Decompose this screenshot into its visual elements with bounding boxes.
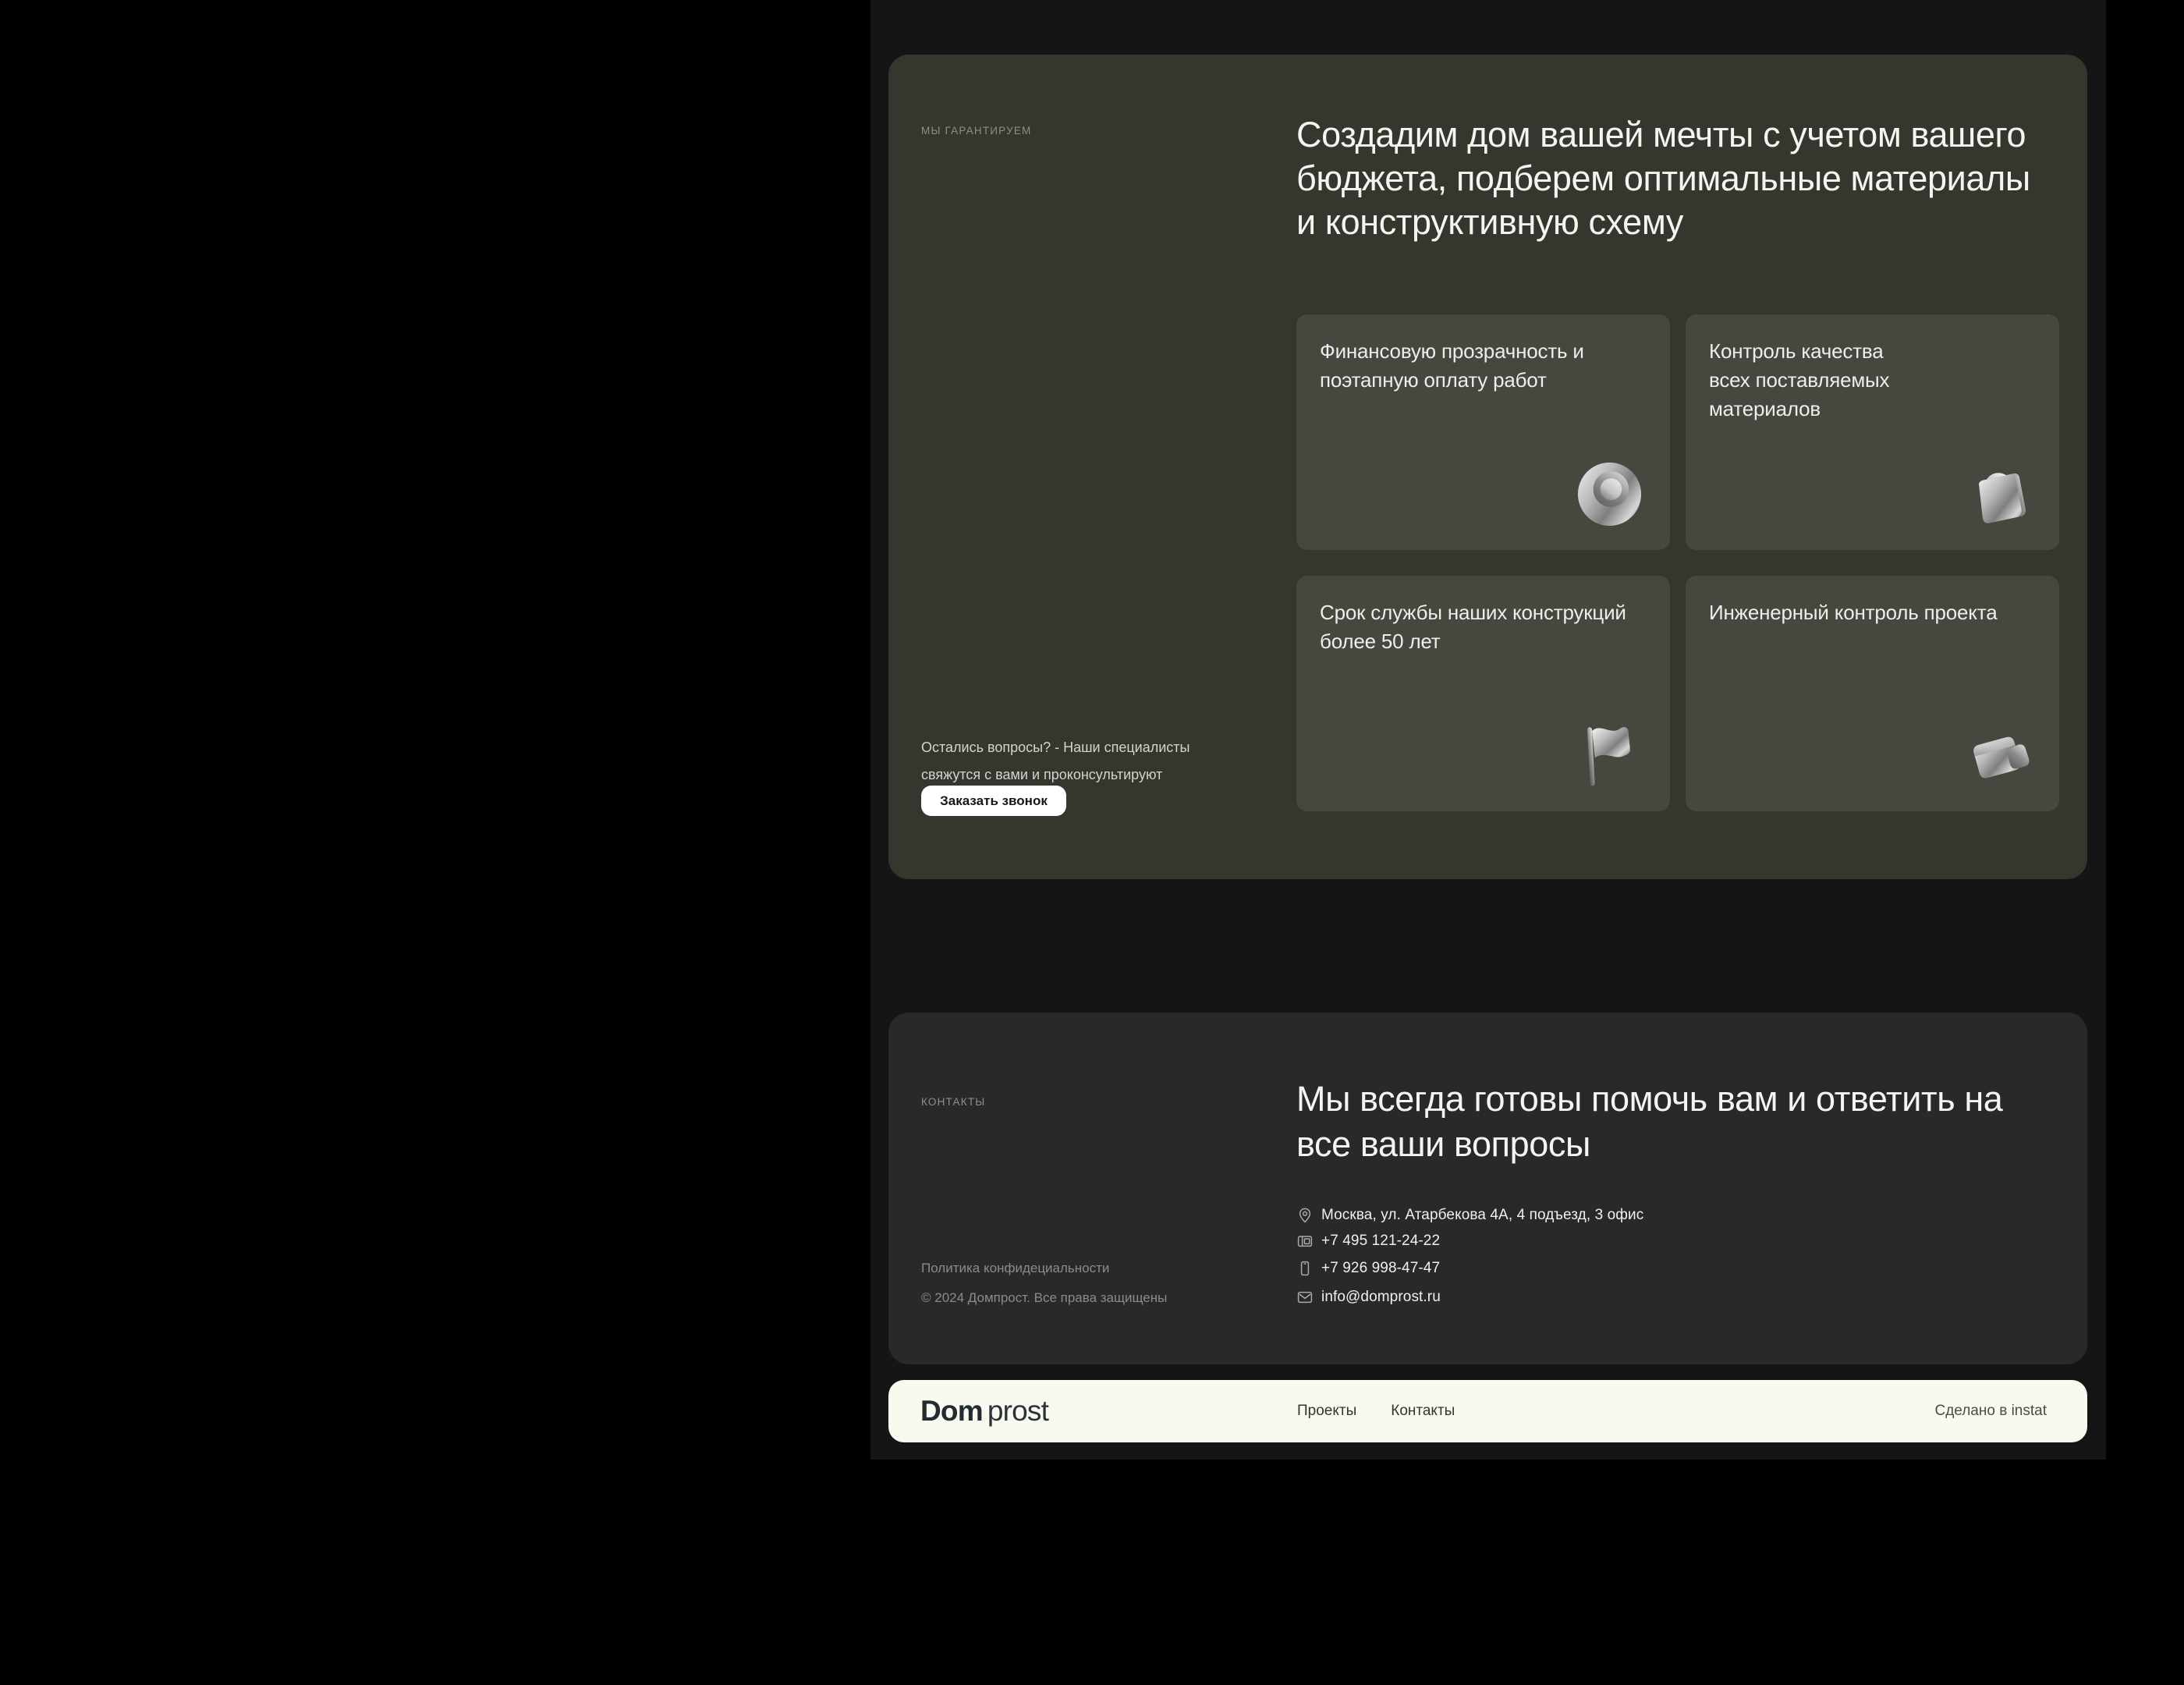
guarantee-card-lifespan: Срок службы наших конструкций более 50 л… (1296, 576, 1670, 811)
contact-phone-landline[interactable]: +7 495 121-24-22 (1321, 1233, 1440, 1250)
envelope-icon (1296, 1289, 1314, 1306)
contact-row-address: Москва, ул. Атарбекова 4А, 4 подъезд, 3 … (1296, 1206, 1643, 1225)
contacts-heading: Мы всегда готовы помочь вам и ответить н… (1296, 1079, 2003, 1164)
site-viewport: МЫ ГАРАНТИРУЕМ Создадим дом вашей мечты … (870, 0, 2106, 1460)
footer-bar: Dom prost Проекты Контакты Сделано в inst… (888, 1380, 2087, 1442)
guarantee-card-quality: Контроль качества всех поставляемых мате… (1686, 314, 2059, 550)
guarantee-heading: Создадим дом вашей мечты с учетом вашего… (1296, 115, 2030, 242)
contact-phone-mobile[interactable]: +7 926 998-47-47 (1321, 1260, 1440, 1277)
order-call-button-label: Заказать звонок (940, 793, 1048, 808)
location-pin-icon (1296, 1207, 1314, 1224)
contacts-section: КОНТАКТЫ Мы всегда готовы помочь вам и о… (888, 1013, 2087, 1364)
footer-nav: Проекты Контакты (1297, 1380, 1455, 1442)
desk-phone-icon (1296, 1233, 1314, 1250)
guarantee-card-text: Финансовую прозрачность и поэтапную опла… (1320, 339, 1584, 392)
wallet-3d-icon (1962, 717, 2036, 791)
footer-nav-projects[interactable]: Проекты (1297, 1403, 1356, 1420)
guarantee-card-text: Срок службы наших конструкций более 50 л… (1320, 601, 1626, 653)
order-call-button[interactable]: Заказать звонок (921, 786, 1066, 816)
made-by-link[interactable]: Сделано в instat (1934, 1403, 2047, 1420)
contacts-section-label: КОНТАКТЫ (921, 1096, 986, 1108)
mobile-phone-icon (1296, 1260, 1314, 1277)
coin-3d-icon (1572, 456, 1647, 530)
footer-nav-contacts[interactable]: Контакты (1391, 1403, 1455, 1420)
logo-light-part: prost (987, 1395, 1049, 1427)
logo-bold-part: Dom (920, 1395, 984, 1427)
domprost-logo[interactable]: Dom prost (920, 1395, 1049, 1428)
guarantee-section-label: МЫ ГАРАНТИРУЕМ (921, 125, 1032, 137)
guarantee-cards-grid: Финансовую прозрачность и поэтапную опла… (1296, 314, 2059, 811)
contact-row-mobile: +7 926 998-47-47 (1296, 1259, 1440, 1278)
guarantee-card-finance: Финансовую прозрачность и поэтапную опла… (1296, 314, 1670, 550)
copyright-text: © 2024 Домпрост. Все права защищены (921, 1290, 1168, 1305)
contact-row-landline: +7 495 121-24-22 (1296, 1232, 1440, 1250)
guarantee-section: МЫ ГАРАНТИРУЕМ Создадим дом вашей мечты … (888, 55, 2087, 879)
questions-text: Остались вопросы? - Наши специалисты свя… (921, 740, 1190, 782)
guarantee-card-text: Контроль качества всех поставляемых мате… (1709, 339, 1890, 420)
guarantee-card-text: Инженерный контроль проекта (1709, 601, 1998, 624)
contact-row-email: info@domprost.ru (1296, 1288, 1441, 1307)
privacy-policy-link[interactable]: Политика конфидециальности (921, 1261, 1109, 1276)
contact-email[interactable]: info@domprost.ru (1321, 1289, 1441, 1306)
guarantee-card-engineering: Инженерный контроль проекта (1686, 576, 2059, 811)
contact-address: Москва, ул. Атарбекова 4А, 4 подъезд, 3 … (1321, 1207, 1644, 1223)
shopping-bag-3d-icon (1962, 456, 2036, 530)
flag-3d-icon (1572, 717, 1647, 791)
